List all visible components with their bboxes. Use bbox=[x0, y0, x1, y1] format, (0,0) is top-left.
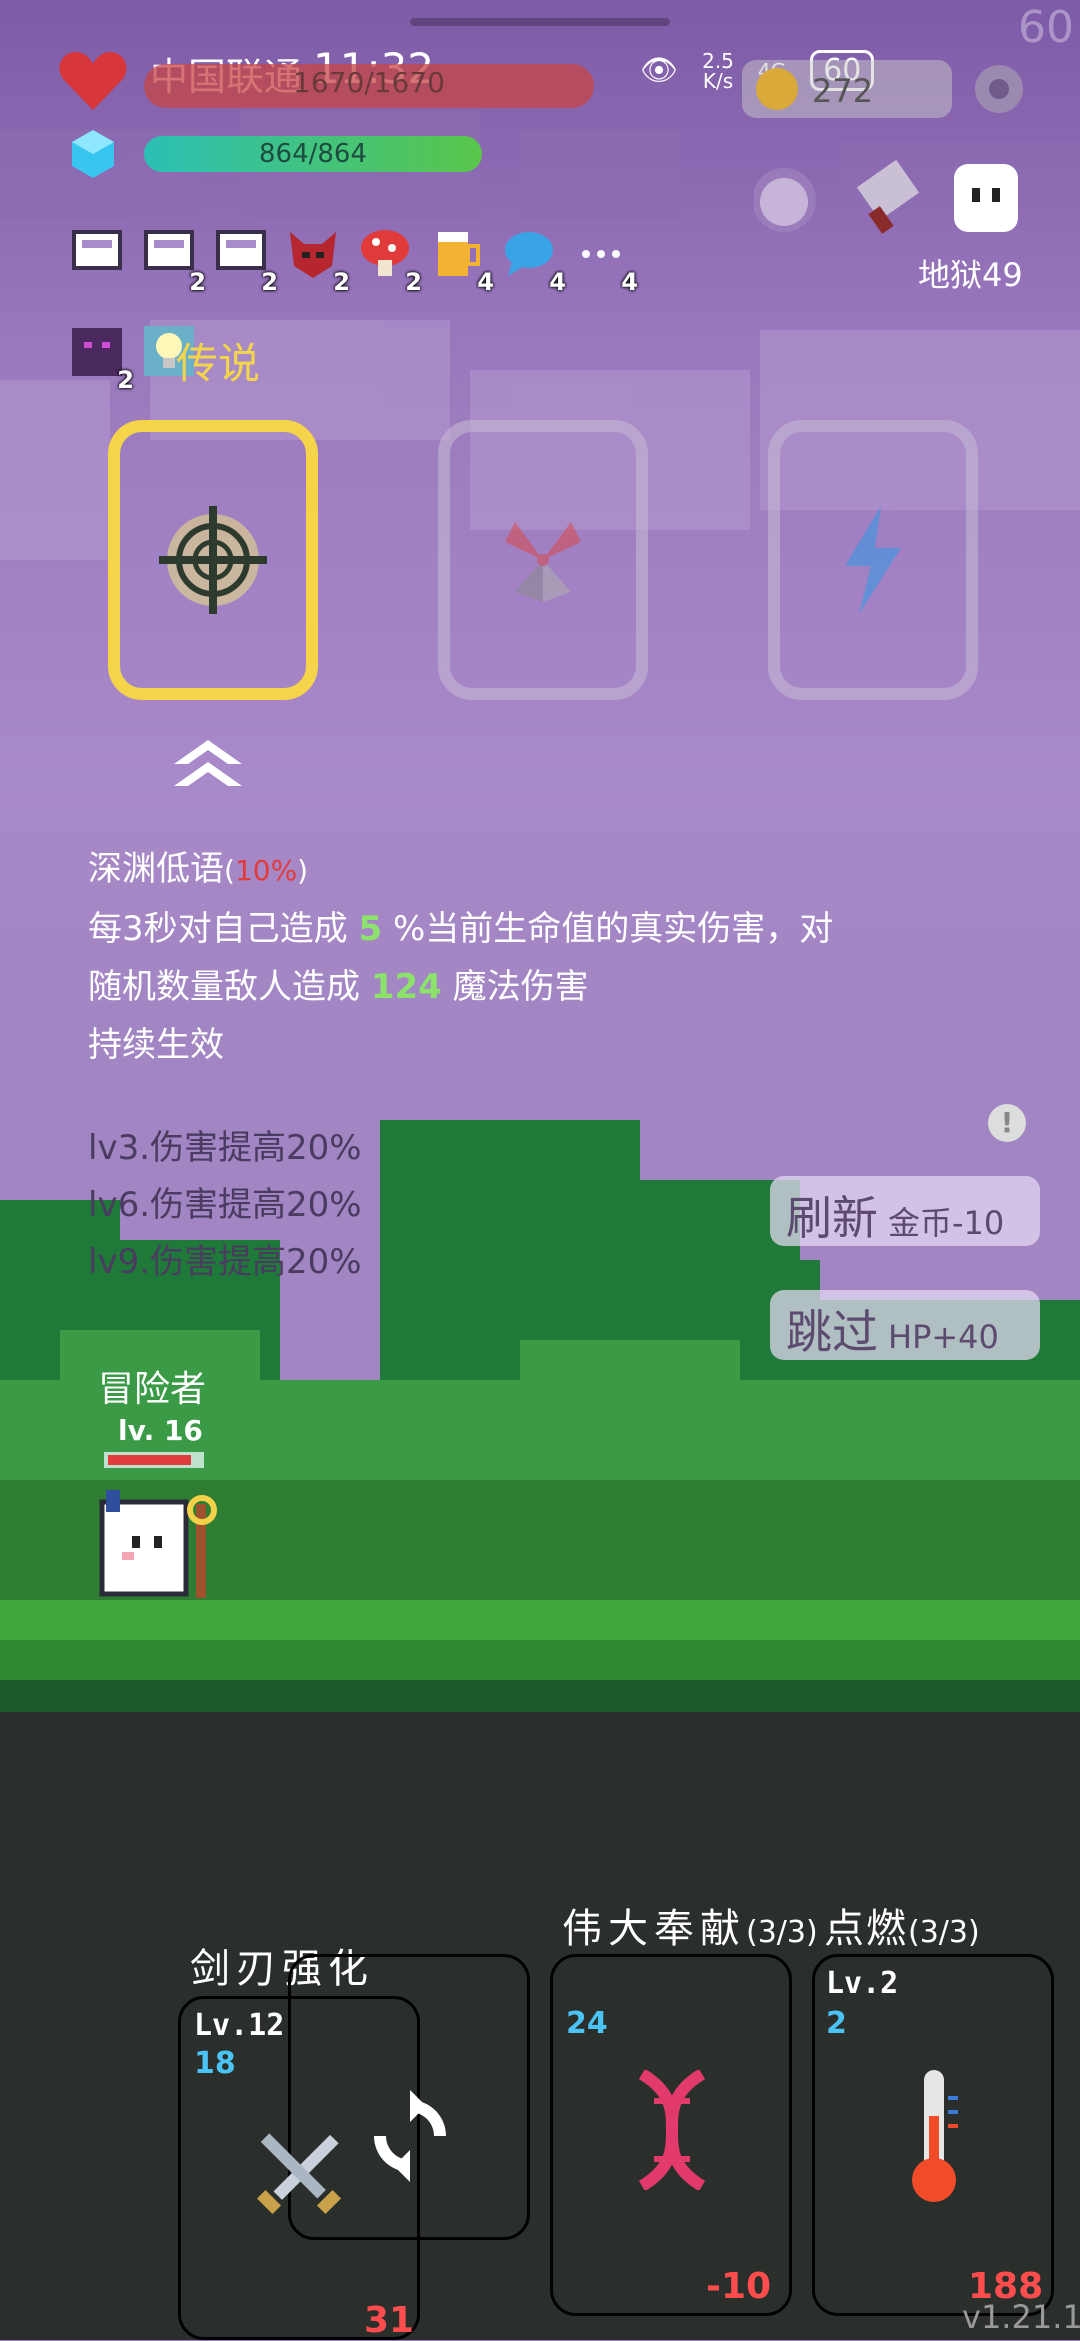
player-hp-fill bbox=[108, 1455, 191, 1465]
floor-label: 地狱49 bbox=[918, 256, 1023, 294]
blade-skill-value: 18 bbox=[194, 2046, 236, 2081]
gear-icon[interactable] bbox=[966, 56, 1032, 122]
card-description: 深渊低语(10%) 每3秒对自己造成 5 %当前生命值的真实伤害，对 随机数量敌… bbox=[88, 840, 833, 1074]
player-name: 冒险者 bbox=[98, 1369, 207, 1410]
buff-slot[interactable]: 2 bbox=[138, 222, 210, 296]
buff-slot[interactable]: 4 bbox=[426, 222, 498, 296]
crosshair-card[interactable] bbox=[108, 420, 318, 700]
refresh-icon[interactable] bbox=[364, 2090, 456, 2182]
buff-slot[interactable]: 4 bbox=[570, 222, 642, 296]
buff-slot[interactable]: 4 bbox=[498, 222, 570, 296]
level-bonuses: lv3.伤害提高20% lv6.伤害提高20% lv9.伤害提高20% bbox=[88, 1120, 362, 1291]
gem-icon bbox=[72, 130, 114, 178]
devotion-skill-value: 24 bbox=[566, 2006, 608, 2041]
coin-amount: 272 bbox=[812, 72, 874, 110]
ignite-skill-value: 2 bbox=[826, 2006, 847, 2041]
buff-slot[interactable] bbox=[66, 222, 138, 292]
refresh-button[interactable]: 刷新 金币-10 bbox=[770, 1176, 1040, 1246]
level-bonus: lv9.伤害提高20% bbox=[88, 1242, 362, 1282]
lightning-icon bbox=[845, 506, 901, 614]
info-icon[interactable]: ! bbox=[988, 1104, 1026, 1142]
skip-button[interactable]: 跳过 HP+40 bbox=[770, 1290, 1040, 1360]
beer-mug-icon bbox=[438, 232, 480, 276]
buff-slot[interactable]: 2 bbox=[210, 222, 282, 296]
rarity-label: 传说 bbox=[176, 339, 261, 388]
version-label: v1.21.1 bbox=[962, 2298, 1080, 2336]
mushroom-icon bbox=[361, 230, 409, 276]
blade-skill-cost: 31 bbox=[364, 2300, 415, 2341]
devotion-skill-title: 伟大奉献(3/3) bbox=[562, 1906, 818, 1952]
cleaver-icon[interactable] bbox=[856, 159, 920, 234]
network-speed: 2.5 K/s bbox=[702, 48, 734, 93]
thermometer-icon bbox=[912, 2070, 958, 2202]
speech-bubble-icon bbox=[505, 232, 553, 276]
crosshair-icon bbox=[159, 506, 267, 614]
grass-ground bbox=[0, 1600, 1080, 1720]
more-icon bbox=[582, 250, 620, 258]
blade-skill-level: Lv.12 bbox=[194, 2008, 285, 2043]
banner-icon bbox=[72, 230, 122, 270]
desc-line-2: 随机数量敌人造成 124 魔法伤害 bbox=[88, 967, 589, 1007]
player-hp-bar bbox=[104, 1452, 204, 1468]
level-bonus: lv3.伤害提高20% bbox=[88, 1128, 362, 1168]
buff-slot[interactable]: 2 bbox=[66, 320, 138, 394]
desc-line-1: 每3秒对自己造成 5 %当前生命值的真实伤害，对 bbox=[88, 909, 834, 949]
level-bonus: lv6.伤害提高20% bbox=[88, 1185, 362, 1225]
top-right-icons bbox=[754, 159, 1018, 234]
buff-row: 2 2 2 2 4 4 4 bbox=[66, 222, 642, 296]
hp-text: 1670/1670 bbox=[293, 66, 445, 99]
dna-icon bbox=[638, 2070, 706, 2190]
ignite-skill-level: Lv.2 bbox=[826, 1966, 899, 2001]
coin-counter: 272 bbox=[742, 60, 952, 118]
windmill-icon bbox=[505, 522, 581, 602]
banner-icon bbox=[216, 230, 266, 270]
select-arrow-icon bbox=[174, 740, 242, 786]
player-level: lv. 16 bbox=[118, 1414, 203, 1447]
windmill-card[interactable] bbox=[438, 420, 648, 700]
demon-mask-icon bbox=[290, 232, 336, 278]
mana-text: 864/864 bbox=[258, 139, 367, 169]
banner-icon bbox=[144, 230, 194, 270]
buff-slot[interactable]: 2 bbox=[282, 222, 354, 296]
card-title: 深渊低语(10%) bbox=[88, 849, 309, 889]
purple-beast-icon bbox=[72, 328, 122, 376]
player-sprite bbox=[99, 1490, 217, 1598]
devotion-skill-cost: -10 bbox=[706, 2266, 772, 2307]
crossed-swords-icon bbox=[256, 2133, 342, 2215]
white-ghost-icon[interactable] bbox=[954, 164, 1018, 232]
lightning-card[interactable] bbox=[768, 420, 978, 700]
buff-slot[interactable]: 2 bbox=[354, 222, 426, 296]
ignite-skill-title: 点燃(3/3) bbox=[824, 1906, 980, 1952]
desc-line-3: 持续生效 bbox=[88, 1025, 224, 1065]
eye-icon: 👁 bbox=[640, 53, 679, 88]
coin-icon bbox=[756, 68, 798, 110]
top-handle bbox=[410, 18, 670, 26]
heart-icon bbox=[59, 52, 127, 110]
ghost-face-icon[interactable] bbox=[754, 168, 816, 232]
